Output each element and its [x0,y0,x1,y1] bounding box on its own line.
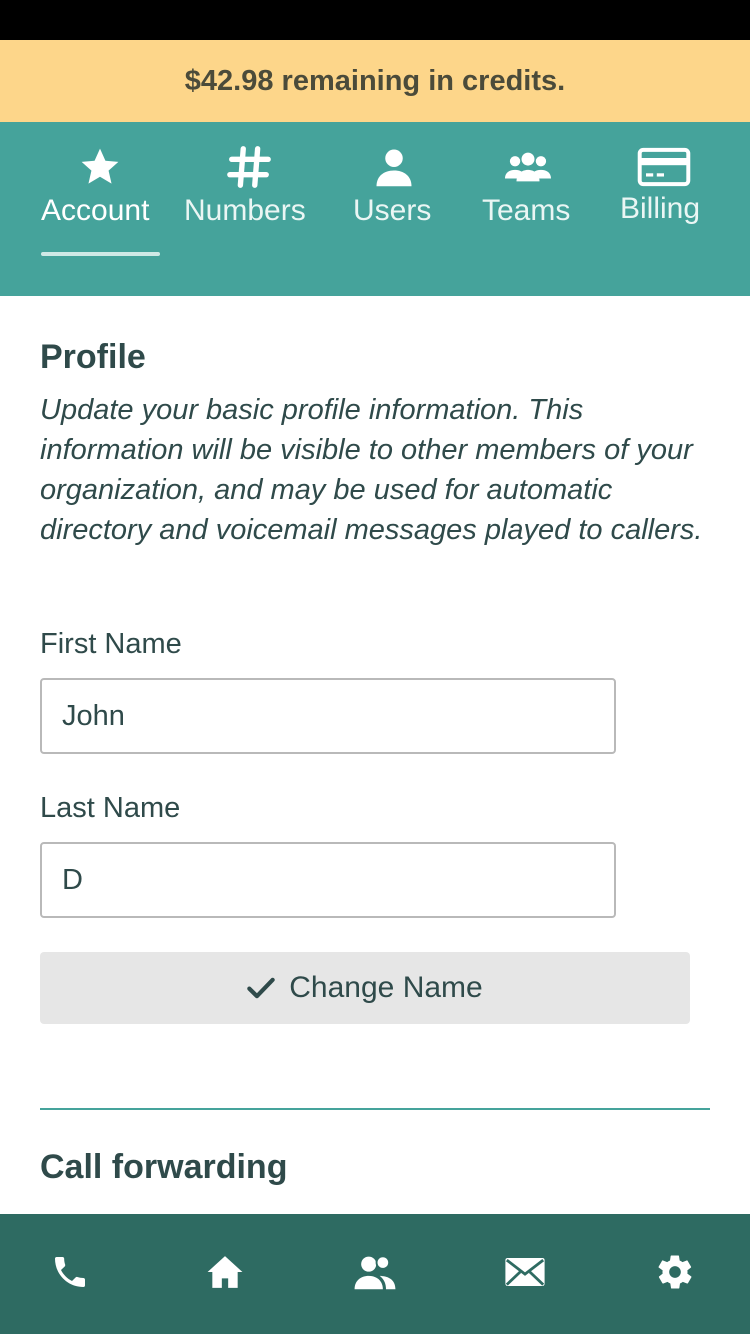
profile-description: Update your basic profile information. T… [40,394,703,546]
first-name-input[interactable] [40,678,616,754]
settings-icon [655,1252,695,1297]
last-name-input[interactable] [40,842,616,918]
tab-numbers-label: Numbers [184,194,306,227]
home-icon [206,1253,244,1296]
bottom-nav-contacts[interactable] [325,1214,425,1334]
mail-icon [505,1257,545,1291]
first-name-label: First Name [40,628,182,660]
credits-text: $42.98 remaining in credits. [184,64,566,97]
status-bar [0,0,750,40]
phone-icon [50,1252,90,1297]
tab-teams-label: Teams [482,194,571,227]
tab-numbers[interactable]: Numbers [180,122,320,296]
star-icon [65,142,135,192]
active-tab-indicator [41,252,160,256]
bottom-nav-home[interactable] [175,1214,275,1334]
change-name-button[interactable]: Change Name [40,952,690,1024]
call-forwarding-title: Call forwarding [40,1148,288,1186]
team-icon [493,142,563,192]
tab-billing-label: Billing [620,192,701,225]
tab-teams[interactable]: Teams [474,122,582,296]
tab-account[interactable]: Account [36,122,164,296]
hash-icon [214,142,284,192]
profile-title: Profile [40,338,146,376]
top-nav: Account Numbers Users Teams Billing [0,122,750,296]
bottom-nav [0,1214,750,1334]
change-name-label: Change Name [289,971,483,1004]
tab-billing[interactable]: Billing [612,122,716,296]
credits-banner: $42.98 remaining in credits. [0,40,750,122]
contacts-icon [353,1252,397,1297]
bottom-nav-messages[interactable] [475,1214,575,1334]
checkmark-icon [247,976,276,1000]
bottom-nav-phone[interactable] [20,1214,120,1334]
bottom-nav-settings[interactable] [625,1214,725,1334]
tab-account-label: Account [41,194,150,227]
tab-users-label: Users [353,194,432,227]
section-divider [40,1108,710,1110]
last-name-label: Last Name [40,792,181,824]
credit-card-icon [629,142,699,192]
tab-users[interactable]: Users [345,122,443,296]
user-icon [359,142,429,192]
